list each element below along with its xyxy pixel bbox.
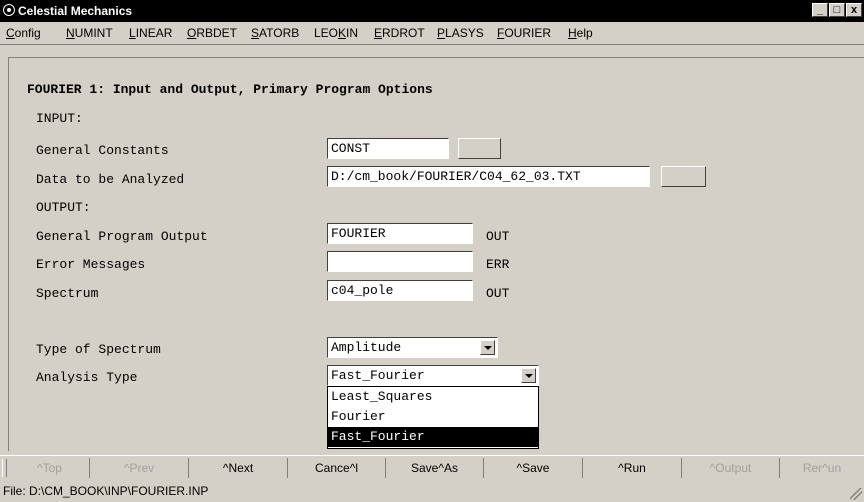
window-title: Celestial Mechanics: [18, 4, 133, 18]
resize-grip-icon[interactable]: [850, 488, 862, 500]
toolbar-grip[interactable]: [2, 459, 7, 477]
analysis-type-dropdown: Least_Squares Fourier Fast_Fourier: [327, 386, 539, 449]
menu-orbdet[interactable]: ORBDET: [187, 26, 237, 40]
menu-plasys[interactable]: PLASYS: [437, 26, 484, 40]
run-button[interactable]: ^Run: [583, 458, 682, 478]
chevron-down-icon[interactable]: [521, 368, 536, 383]
chevron-down-icon[interactable]: [480, 340, 495, 355]
spectrum-type-label: Type of Spectrum: [36, 342, 161, 357]
analysis-type-select[interactable]: Fast_Fourier: [327, 365, 539, 386]
menu-linear[interactable]: LINEAR: [129, 26, 172, 40]
general-output-label: General Program Output: [36, 229, 208, 244]
output-button[interactable]: ^Output: [682, 458, 780, 478]
form-heading: FOURIER 1: Input and Output, Primary Pro…: [27, 82, 433, 97]
analysis-type-label: Analysis Type: [36, 370, 138, 385]
rerun-button[interactable]: Rer^un: [780, 458, 864, 478]
dropdown-option-least-squares[interactable]: Least_Squares: [328, 387, 538, 407]
output-section-label: OUTPUT:: [36, 200, 91, 215]
dropdown-option-fast-fourier[interactable]: Fast_Fourier: [328, 427, 538, 447]
next-button[interactable]: ^Next: [189, 458, 288, 478]
save-as-button[interactable]: Save^As: [386, 458, 484, 478]
dropdown-option-fourier[interactable]: Fourier: [328, 407, 538, 427]
menu-help[interactable]: Help: [568, 26, 593, 40]
general-output-field[interactable]: FOURIER: [327, 223, 473, 244]
general-constants-field[interactable]: CONST: [327, 138, 449, 159]
spectrum-type-value: Amplitude: [331, 340, 402, 355]
general-output-ext: OUT: [486, 229, 510, 244]
data-file-browse-button[interactable]: [661, 166, 706, 187]
spectrum-type-select[interactable]: Amplitude: [327, 337, 498, 358]
spectrum-field[interactable]: c04_pole: [327, 280, 473, 301]
error-messages-ext: ERR: [486, 257, 510, 272]
menu-config[interactable]: Config: [6, 26, 41, 40]
menu-numint[interactable]: NUMINT: [66, 26, 113, 40]
error-messages-field[interactable]: [327, 251, 473, 272]
spectrum-label: Spectrum: [36, 286, 99, 301]
error-messages-label: Error Messages: [36, 257, 146, 272]
general-constants-label: General Constants: [36, 143, 169, 158]
data-file-label: Data to be Analyzed: [36, 172, 185, 187]
close-button[interactable]: x: [846, 3, 862, 17]
prev-button[interactable]: ^Prev: [90, 458, 189, 478]
maximize-button[interactable]: □: [829, 3, 845, 17]
status-file-path: File: D:\CM_BOOK\INP\FOURIER.INP: [3, 484, 209, 498]
top-button[interactable]: ^Top: [10, 458, 90, 478]
command-toolbar: ^Top ^Prev ^Next Cance^l Save^As ^Save ^…: [0, 455, 864, 481]
menu-erdrot[interactable]: ERDROT: [374, 26, 425, 40]
title-bar: Celestial Mechanics _ □ x: [0, 0, 864, 22]
spectrum-ext: OUT: [486, 286, 510, 301]
data-file-field[interactable]: D:/cm_book/FOURIER/C04_62_03.TXT: [327, 166, 650, 187]
menu-bar: Config NUMINT LINEAR ORBDET SATORB LEOKI…: [0, 22, 864, 45]
save-button[interactable]: ^Save: [484, 458, 583, 478]
window-controls: _ □ x: [811, 3, 862, 19]
menu-satorb[interactable]: SATORB: [251, 26, 299, 40]
general-constants-browse-button[interactable]: [458, 138, 501, 159]
menu-leokin[interactable]: LEOKIN: [314, 26, 358, 40]
input-section-label: INPUT:: [36, 111, 83, 126]
analysis-type-value: Fast_Fourier: [331, 368, 425, 383]
menu-fourier[interactable]: FOURIER: [497, 26, 551, 40]
cancel-button[interactable]: Cance^l: [288, 458, 386, 478]
app-icon: [3, 4, 15, 16]
minimize-button[interactable]: _: [812, 3, 828, 17]
status-bar: File: D:\CM_BOOK\INP\FOURIER.INP: [0, 480, 864, 502]
